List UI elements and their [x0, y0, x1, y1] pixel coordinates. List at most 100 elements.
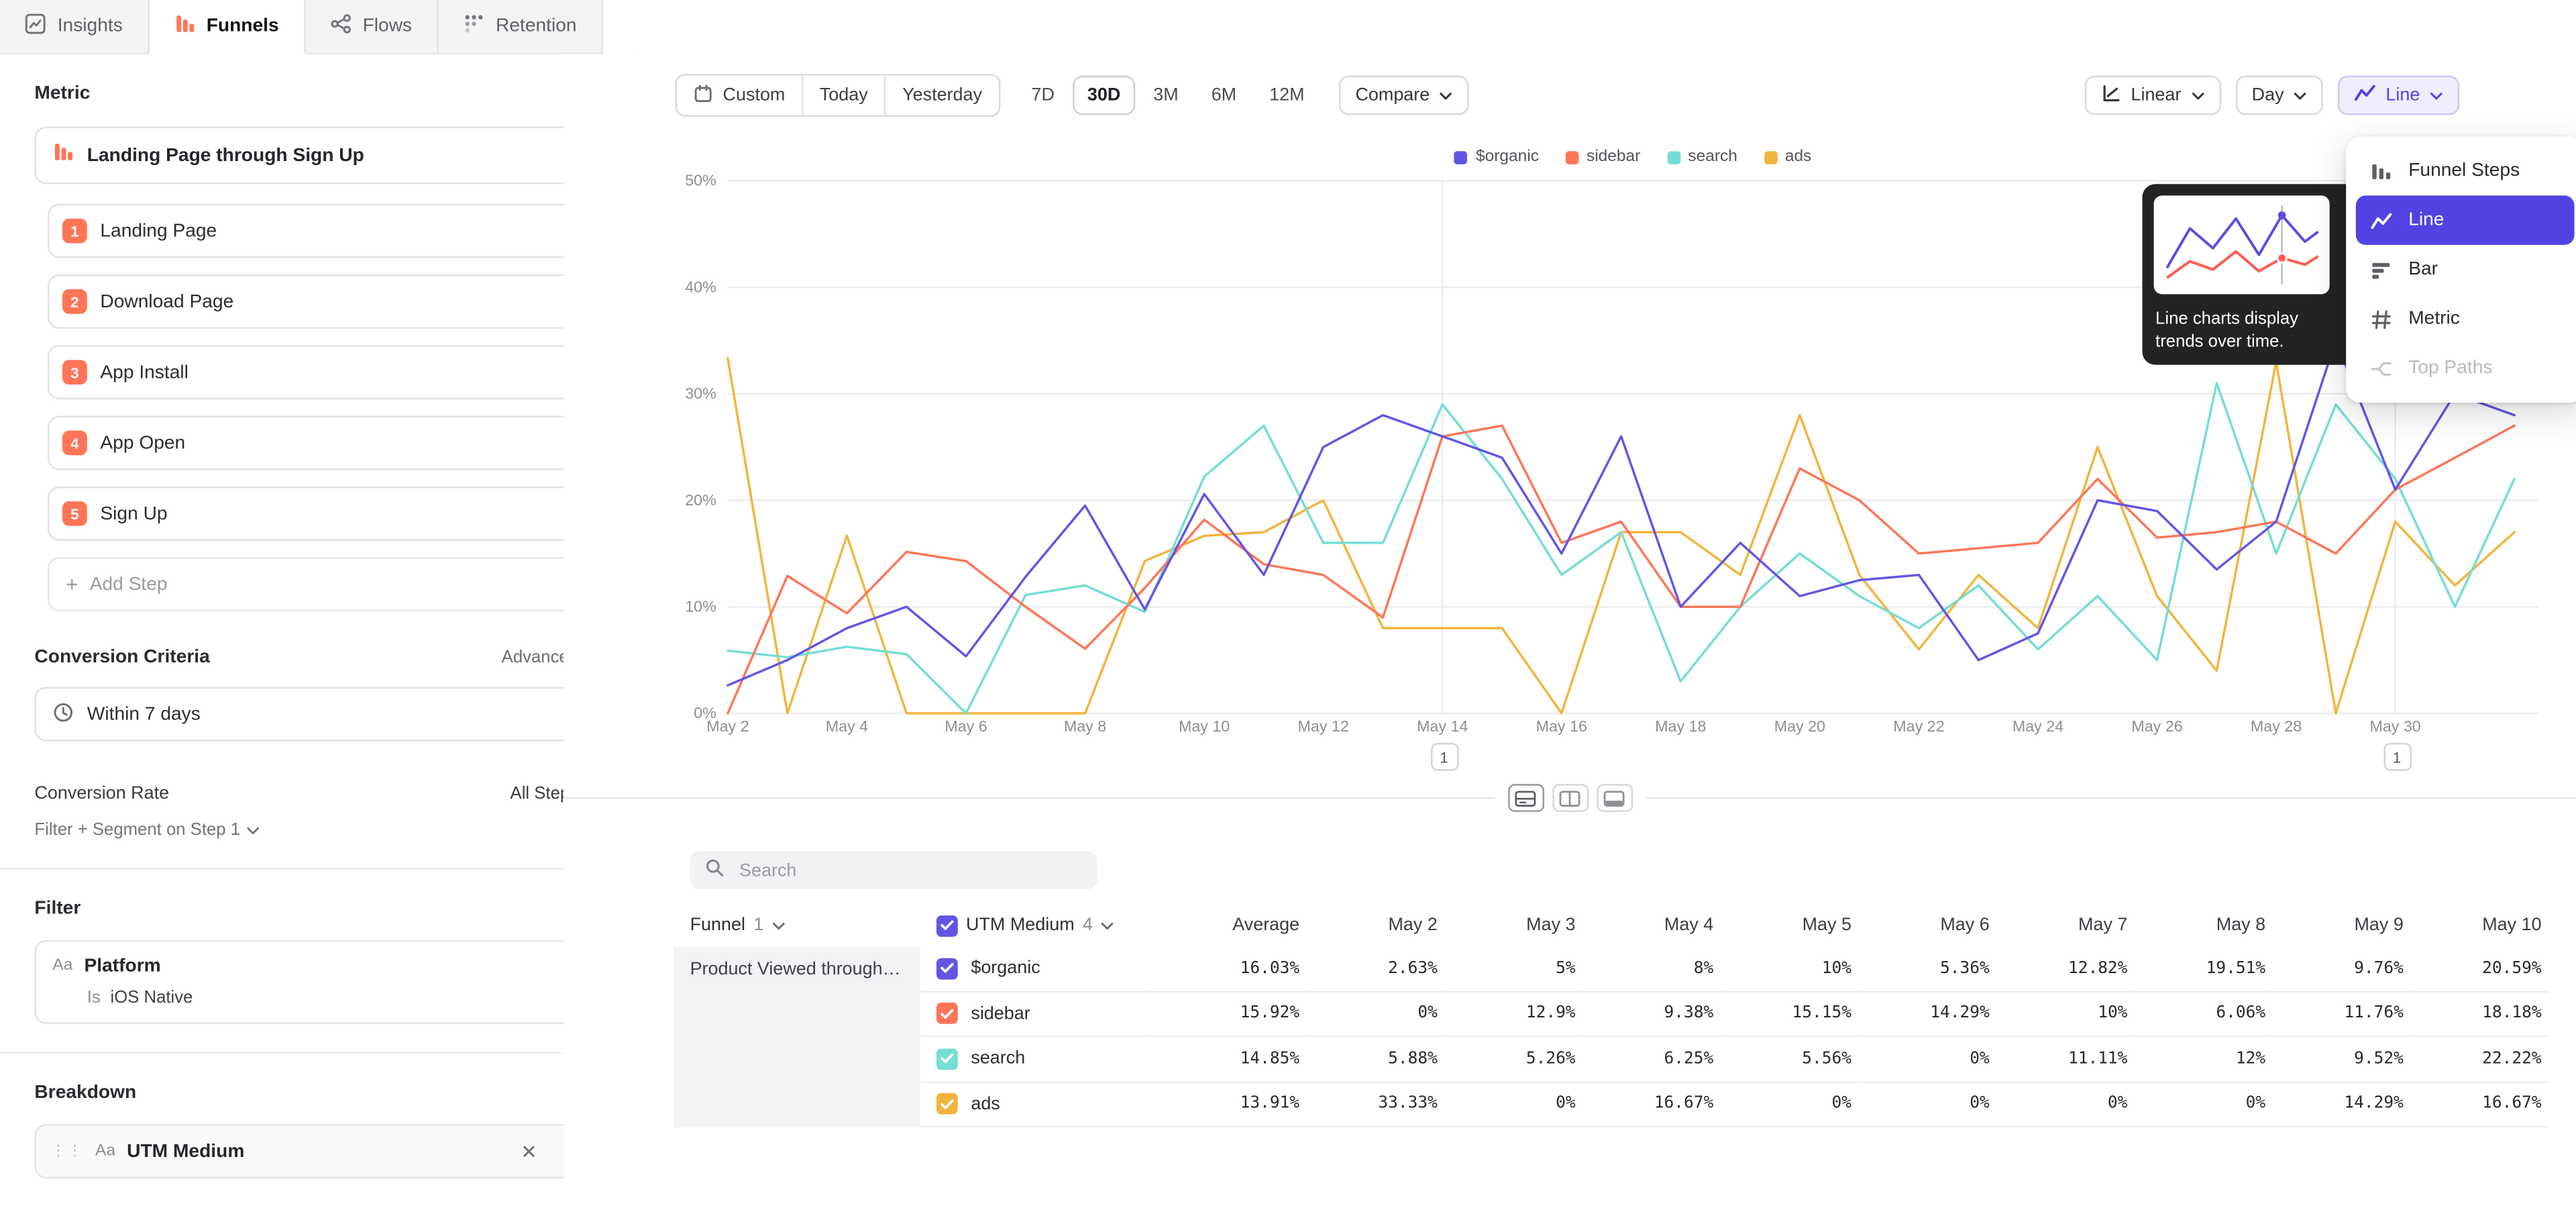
x-tick-label: May 26	[2131, 717, 2182, 735]
cell-value: 0%	[1996, 1083, 2135, 1127]
column-header-may-4[interactable]: May 4	[1582, 915, 1720, 935]
menu-item-line[interactable]: Line	[2356, 195, 2575, 244]
tab-label: Funnels	[207, 16, 279, 36]
custom-date-button[interactable]: Custom	[677, 76, 803, 115]
average-column-header[interactable]: Average	[1150, 915, 1306, 935]
checkbox-ads[interactable]	[936, 1093, 958, 1115]
column-header-may-10[interactable]: May 10	[2410, 915, 2548, 935]
range-12m[interactable]: 12M	[1254, 76, 1320, 115]
compare-button[interactable]: Compare	[1339, 76, 1469, 115]
cell-value: 12.9%	[1444, 992, 1582, 1037]
annotation-marker[interactable]: 1	[2383, 743, 2411, 771]
select-all-checkbox[interactable]	[936, 915, 958, 936]
funnel-step-4[interactable]: 4App Open⋮	[48, 416, 598, 470]
column-header-may-2[interactable]: May 2	[1306, 915, 1444, 935]
column-header-may-6[interactable]: May 6	[1858, 915, 1996, 935]
view-toggle-chart-and-table[interactable]	[1507, 784, 1544, 812]
today-button[interactable]: Today	[803, 76, 885, 115]
funnel-step-3[interactable]: 3App Install⋮	[48, 345, 598, 399]
breakdown-column-header[interactable]: UTM Medium 4	[920, 915, 1150, 936]
string-type-icon: Aa	[95, 1142, 115, 1160]
table-group-label[interactable]: Product Viewed through P...	[674, 947, 920, 1127]
chart-type-dropdown[interactable]: Line	[2338, 76, 2459, 115]
legend-item-search[interactable]: search	[1667, 148, 1737, 166]
conversion-window-label: Within 7 days	[87, 704, 201, 723]
report-main-area: Custom Today Yesterday 7D30D3M6M12M Comp…	[564, 54, 2576, 1208]
range-3m[interactable]: 3M	[1138, 76, 1193, 115]
table-header-row: Funnel 1 UTM Medium 4 Average May 2May 3…	[674, 904, 2548, 947]
column-header-may-7[interactable]: May 7	[1996, 915, 2135, 935]
chart-legend: $organic sidebar search ads	[728, 148, 2538, 166]
cell-value: 5.56%	[1720, 1037, 1858, 1082]
chart-display-controls: Linear Day Line	[2085, 76, 2459, 115]
filter-property-card[interactable]: Aa Platform ⋮ IsiOS Native	[34, 940, 598, 1024]
funnel-step-1[interactable]: 1Landing Page⋮	[48, 204, 598, 258]
series-row-ads[interactable]: ads	[920, 1083, 1150, 1127]
series-row-organic[interactable]: $organic	[920, 947, 1150, 992]
cell-value: 5.88%	[1306, 1037, 1444, 1082]
legend-item-ads[interactable]: ads	[1764, 148, 1811, 166]
checkbox-search[interactable]	[936, 1048, 958, 1070]
cell-value: 0%	[1720, 1083, 1858, 1127]
column-header-may-3[interactable]: May 3	[1444, 915, 1582, 935]
chevron-down-icon	[1440, 91, 1453, 99]
average-value: 16.03%	[1150, 947, 1306, 992]
breakdown-property-card[interactable]: ⋮⋮ Aa UTM Medium ✕ ⋮	[34, 1124, 598, 1178]
metric-card[interactable]: Landing Page through Sign Up ⋮	[34, 127, 598, 185]
cell-value: 2.63%	[1306, 947, 1444, 992]
column-header-may-8[interactable]: May 8	[2134, 915, 2272, 935]
tab-retention[interactable]: Retention	[438, 0, 602, 54]
yesterday-button[interactable]: Yesterday	[886, 76, 999, 115]
menu-item-funnel-steps[interactable]: Funnel Steps	[2356, 146, 2575, 195]
top-navigation: Insights Funnels Flows Retention	[0, 0, 2576, 54]
annotation-marker[interactable]: 1	[1430, 743, 1458, 771]
series-row-sidebar[interactable]: sidebar	[920, 992, 1150, 1037]
step-number-badge: 2	[62, 289, 87, 314]
funnel-step-5[interactable]: 5Sign Up⋮	[48, 487, 598, 541]
table-search[interactable]	[690, 852, 1097, 889]
cell-value: 0%	[1444, 1083, 1582, 1127]
section-divider	[0, 1052, 633, 1053]
legend-item-sidebar[interactable]: sidebar	[1565, 148, 1640, 166]
tab-flows[interactable]: Flows	[305, 0, 438, 54]
legend-swatch	[1565, 150, 1578, 164]
legend-item-organic[interactable]: $organic	[1454, 148, 1539, 166]
range-6m[interactable]: 6M	[1197, 76, 1252, 115]
x-tick-label: May 14	[1417, 717, 1468, 735]
checkbox-sidebar[interactable]	[936, 1003, 958, 1024]
granularity-dropdown[interactable]: Day	[2235, 76, 2323, 115]
remove-breakdown-icon[interactable]: ✕	[516, 1140, 542, 1162]
search-input[interactable]	[736, 859, 1083, 882]
side-by-side-icon	[1559, 790, 1580, 806]
plus-icon: +	[66, 574, 78, 595]
series-line-ads	[728, 358, 2514, 713]
tab-insights[interactable]: Insights	[0, 0, 149, 54]
funnel-column-header[interactable]: Funnel 1	[674, 915, 920, 935]
preset-label: Custom	[723, 85, 786, 105]
conversion-window-control[interactable]: Within 7 days	[34, 687, 598, 742]
menu-item-metric[interactable]: Metric	[2356, 294, 2575, 343]
filter-segment-dropdown[interactable]: Filter + Segment on Step 1	[34, 820, 598, 840]
average-header-label: Average	[1232, 915, 1299, 935]
drag-handle-icon[interactable]: ⋮⋮	[51, 1142, 84, 1160]
scale-dropdown[interactable]: Linear	[2085, 76, 2220, 115]
range-7d[interactable]: 7D	[1016, 76, 1069, 115]
line-chart-icon	[2355, 82, 2376, 108]
column-header-may-9[interactable]: May 9	[2272, 915, 2410, 935]
view-toggle-side-by-side[interactable]	[1552, 784, 1588, 812]
chevron-down-icon	[2191, 91, 2204, 99]
add-step-button[interactable]: + Add Step	[48, 557, 598, 611]
series-row-search[interactable]: search	[920, 1037, 1150, 1082]
filter-condition[interactable]: IsiOS Native	[87, 988, 580, 1007]
view-toggle-chart-only[interactable]	[1596, 784, 1632, 812]
legend-label: search	[1688, 148, 1737, 166]
column-header-may-5[interactable]: May 5	[1720, 915, 1858, 935]
range-30d[interactable]: 30D	[1073, 76, 1136, 115]
checkbox-organic[interactable]	[936, 958, 958, 979]
menu-item-bar[interactable]: Bar	[2356, 245, 2575, 294]
tab-funnels[interactable]: Funnels	[149, 0, 305, 54]
cell-value: 14.29%	[2272, 1083, 2410, 1127]
cell-value: 0%	[2134, 1083, 2272, 1127]
funnel-step-2[interactable]: 2Download Page⋮	[48, 274, 598, 329]
breakdown-header-count: 4	[1083, 915, 1093, 935]
